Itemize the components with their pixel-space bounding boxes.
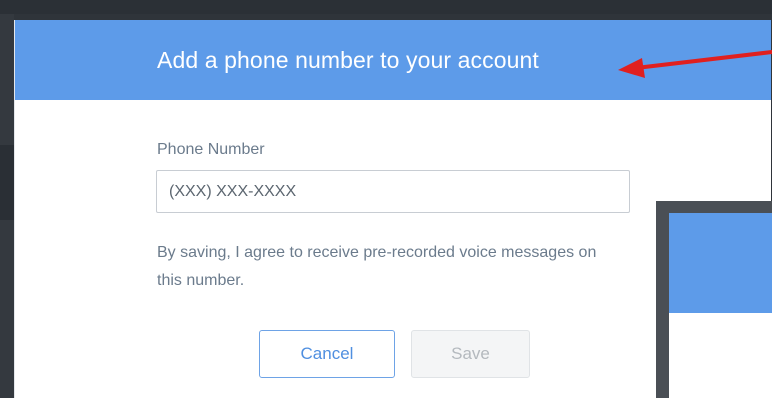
backdrop-left-band xyxy=(0,145,14,220)
background-modal-frame xyxy=(656,201,772,398)
background-modal xyxy=(669,213,772,398)
phone-number-input[interactable] xyxy=(156,170,630,213)
backdrop-top-strip xyxy=(0,0,772,14)
cancel-button[interactable]: Cancel xyxy=(259,330,395,378)
consent-text: By saving, I agree to receive pre-record… xyxy=(157,244,597,289)
background-modal-header xyxy=(669,213,772,313)
phone-number-label: Phone Number xyxy=(157,141,265,158)
save-button[interactable]: Save xyxy=(411,330,530,378)
modal-header: Add a phone number to your account xyxy=(15,20,771,100)
modal-title: Add a phone number to your account xyxy=(157,46,539,73)
